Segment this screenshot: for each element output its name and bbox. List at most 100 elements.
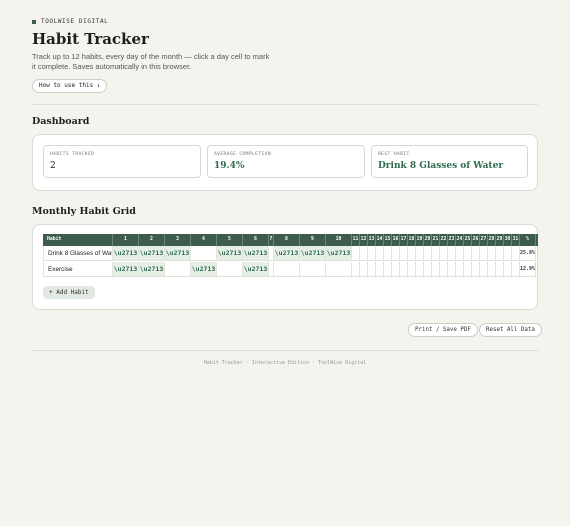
day-cell[interactable] bbox=[400, 246, 408, 261]
column-header-extra bbox=[536, 234, 538, 246]
day-cell[interactable] bbox=[472, 262, 480, 277]
habit-grid: Habit 1 2 3 4 5 6 7 8 9 10 11 12 13 14 15 16 17 18 19 20 21 22… bbox=[43, 234, 538, 280]
habit-name-cell[interactable]: Drink 8 Glasses of Wat bbox=[43, 246, 113, 261]
day-cell[interactable] bbox=[392, 246, 400, 261]
grid-card: Habit 1 2 3 4 5 6 7 8 9 10 11 12 13 14 15 16 17 18 19 20 21 22… bbox=[32, 224, 538, 310]
column-header-day: 2 bbox=[139, 234, 165, 246]
column-header-day: 21 bbox=[432, 234, 440, 246]
habit-name-cell[interactable]: Exercise bbox=[43, 262, 113, 277]
day-cell[interactable]: \u2713 bbox=[113, 262, 139, 277]
page-subtitle: Track up to 12 habits, every day of the … bbox=[32, 52, 270, 71]
day-cell[interactable] bbox=[191, 246, 217, 261]
print-button[interactable]: Print / Save PDF bbox=[408, 323, 478, 337]
day-cell[interactable] bbox=[480, 262, 488, 277]
day-cell[interactable] bbox=[408, 262, 416, 277]
day-cell[interactable] bbox=[464, 262, 472, 277]
page-title: Habit Tracker bbox=[32, 30, 149, 48]
stat-label: AVERAGE COMPLETION bbox=[214, 152, 271, 157]
day-cell[interactable] bbox=[416, 246, 424, 261]
day-cell[interactable]: \u2713 bbox=[113, 246, 139, 261]
day-cell[interactable]: \u2713 bbox=[243, 246, 269, 261]
column-header-day: 5 bbox=[217, 234, 243, 246]
day-cell[interactable] bbox=[384, 246, 392, 261]
day-cell[interactable] bbox=[376, 246, 384, 261]
day-cell[interactable] bbox=[165, 262, 191, 277]
day-cell[interactable]: \u2713 bbox=[326, 246, 352, 261]
column-header-day: 16 bbox=[392, 234, 400, 246]
day-cell[interactable] bbox=[504, 246, 512, 261]
column-header-day: 20 bbox=[424, 234, 432, 246]
column-header-day: 3 bbox=[165, 234, 191, 246]
day-cell[interactable] bbox=[392, 262, 400, 277]
day-cell[interactable]: \u2713 bbox=[274, 246, 300, 261]
day-cell[interactable] bbox=[408, 246, 416, 261]
day-cell[interactable] bbox=[440, 262, 448, 277]
column-header-day: 31 bbox=[512, 234, 520, 246]
column-header-day: 6 bbox=[243, 234, 269, 246]
reset-button[interactable]: Reset All Data bbox=[479, 323, 542, 337]
day-cell[interactable]: \u2713 bbox=[191, 262, 217, 277]
day-cell[interactable] bbox=[400, 262, 408, 277]
day-cell[interactable] bbox=[496, 262, 504, 277]
day-cell[interactable] bbox=[496, 246, 504, 261]
day-cell[interactable] bbox=[274, 262, 300, 277]
column-header-day: 1 bbox=[113, 234, 139, 246]
day-cell[interactable] bbox=[352, 246, 360, 261]
day-cell[interactable] bbox=[384, 262, 392, 277]
row-overflow-cell: \u2713 bbox=[536, 262, 538, 277]
day-cell[interactable] bbox=[472, 246, 480, 261]
column-header-day: 27 bbox=[480, 234, 488, 246]
day-cell[interactable] bbox=[368, 246, 376, 261]
stat-label: HABITS TRACKED bbox=[50, 152, 95, 157]
day-cell[interactable] bbox=[456, 262, 464, 277]
day-cell[interactable] bbox=[448, 262, 456, 277]
stat-value: Drink 8 Glasses of Water bbox=[378, 161, 504, 171]
day-cell[interactable] bbox=[512, 246, 520, 261]
day-cell[interactable] bbox=[440, 246, 448, 261]
day-cell[interactable] bbox=[360, 246, 368, 261]
day-cell[interactable] bbox=[352, 262, 360, 277]
day-cell[interactable]: \u2713 bbox=[165, 246, 191, 261]
day-cell[interactable] bbox=[416, 262, 424, 277]
day-cell[interactable] bbox=[464, 246, 472, 261]
add-habit-button[interactable]: + Add Habit bbox=[43, 286, 95, 299]
column-header-day: 29 bbox=[496, 234, 504, 246]
day-cell[interactable]: \u2713 bbox=[139, 246, 165, 261]
column-header-day: 12 bbox=[360, 234, 368, 246]
day-cell[interactable] bbox=[480, 246, 488, 261]
day-cell[interactable] bbox=[432, 246, 440, 261]
column-header-day: 26 bbox=[472, 234, 480, 246]
day-cell[interactable] bbox=[512, 262, 520, 277]
column-header-day: 28 bbox=[488, 234, 496, 246]
day-cell[interactable] bbox=[368, 262, 376, 277]
footer-text: Habit Tracker · Interactive Edition · To… bbox=[203, 360, 367, 366]
day-cell[interactable] bbox=[300, 262, 326, 277]
column-header-day: 9 bbox=[300, 234, 326, 246]
day-cell[interactable] bbox=[326, 262, 352, 277]
day-cell[interactable]: \u2713 bbox=[139, 262, 165, 277]
day-cell[interactable] bbox=[424, 262, 432, 277]
day-cell[interactable]: \u2713 bbox=[243, 262, 269, 277]
day-cell[interactable] bbox=[488, 246, 496, 261]
day-cell[interactable] bbox=[432, 262, 440, 277]
day-cell[interactable] bbox=[456, 246, 464, 261]
column-header-habit: Habit bbox=[43, 234, 113, 246]
day-cell[interactable] bbox=[376, 262, 384, 277]
day-cell[interactable] bbox=[424, 246, 432, 261]
day-cell[interactable] bbox=[217, 262, 243, 277]
column-header-day: 13 bbox=[368, 234, 376, 246]
stat-value: 19.4% bbox=[214, 161, 245, 171]
column-header-day: 19 bbox=[416, 234, 424, 246]
how-to-use-button[interactable]: How to use this ↓ bbox=[32, 79, 108, 93]
column-header-day: 23 bbox=[448, 234, 456, 246]
day-cell[interactable]: \u2713 bbox=[300, 246, 326, 261]
day-cell[interactable] bbox=[488, 262, 496, 277]
habit-percent: 25.8% bbox=[520, 246, 536, 261]
column-header-day: 25 bbox=[464, 234, 472, 246]
day-cell[interactable] bbox=[504, 262, 512, 277]
day-cell[interactable] bbox=[360, 262, 368, 277]
day-cell[interactable] bbox=[448, 246, 456, 261]
grid-title: Monthly Habit Grid bbox=[32, 206, 136, 217]
day-cell[interactable]: \u2713 bbox=[217, 246, 243, 261]
column-header-day: 8 bbox=[274, 234, 300, 246]
